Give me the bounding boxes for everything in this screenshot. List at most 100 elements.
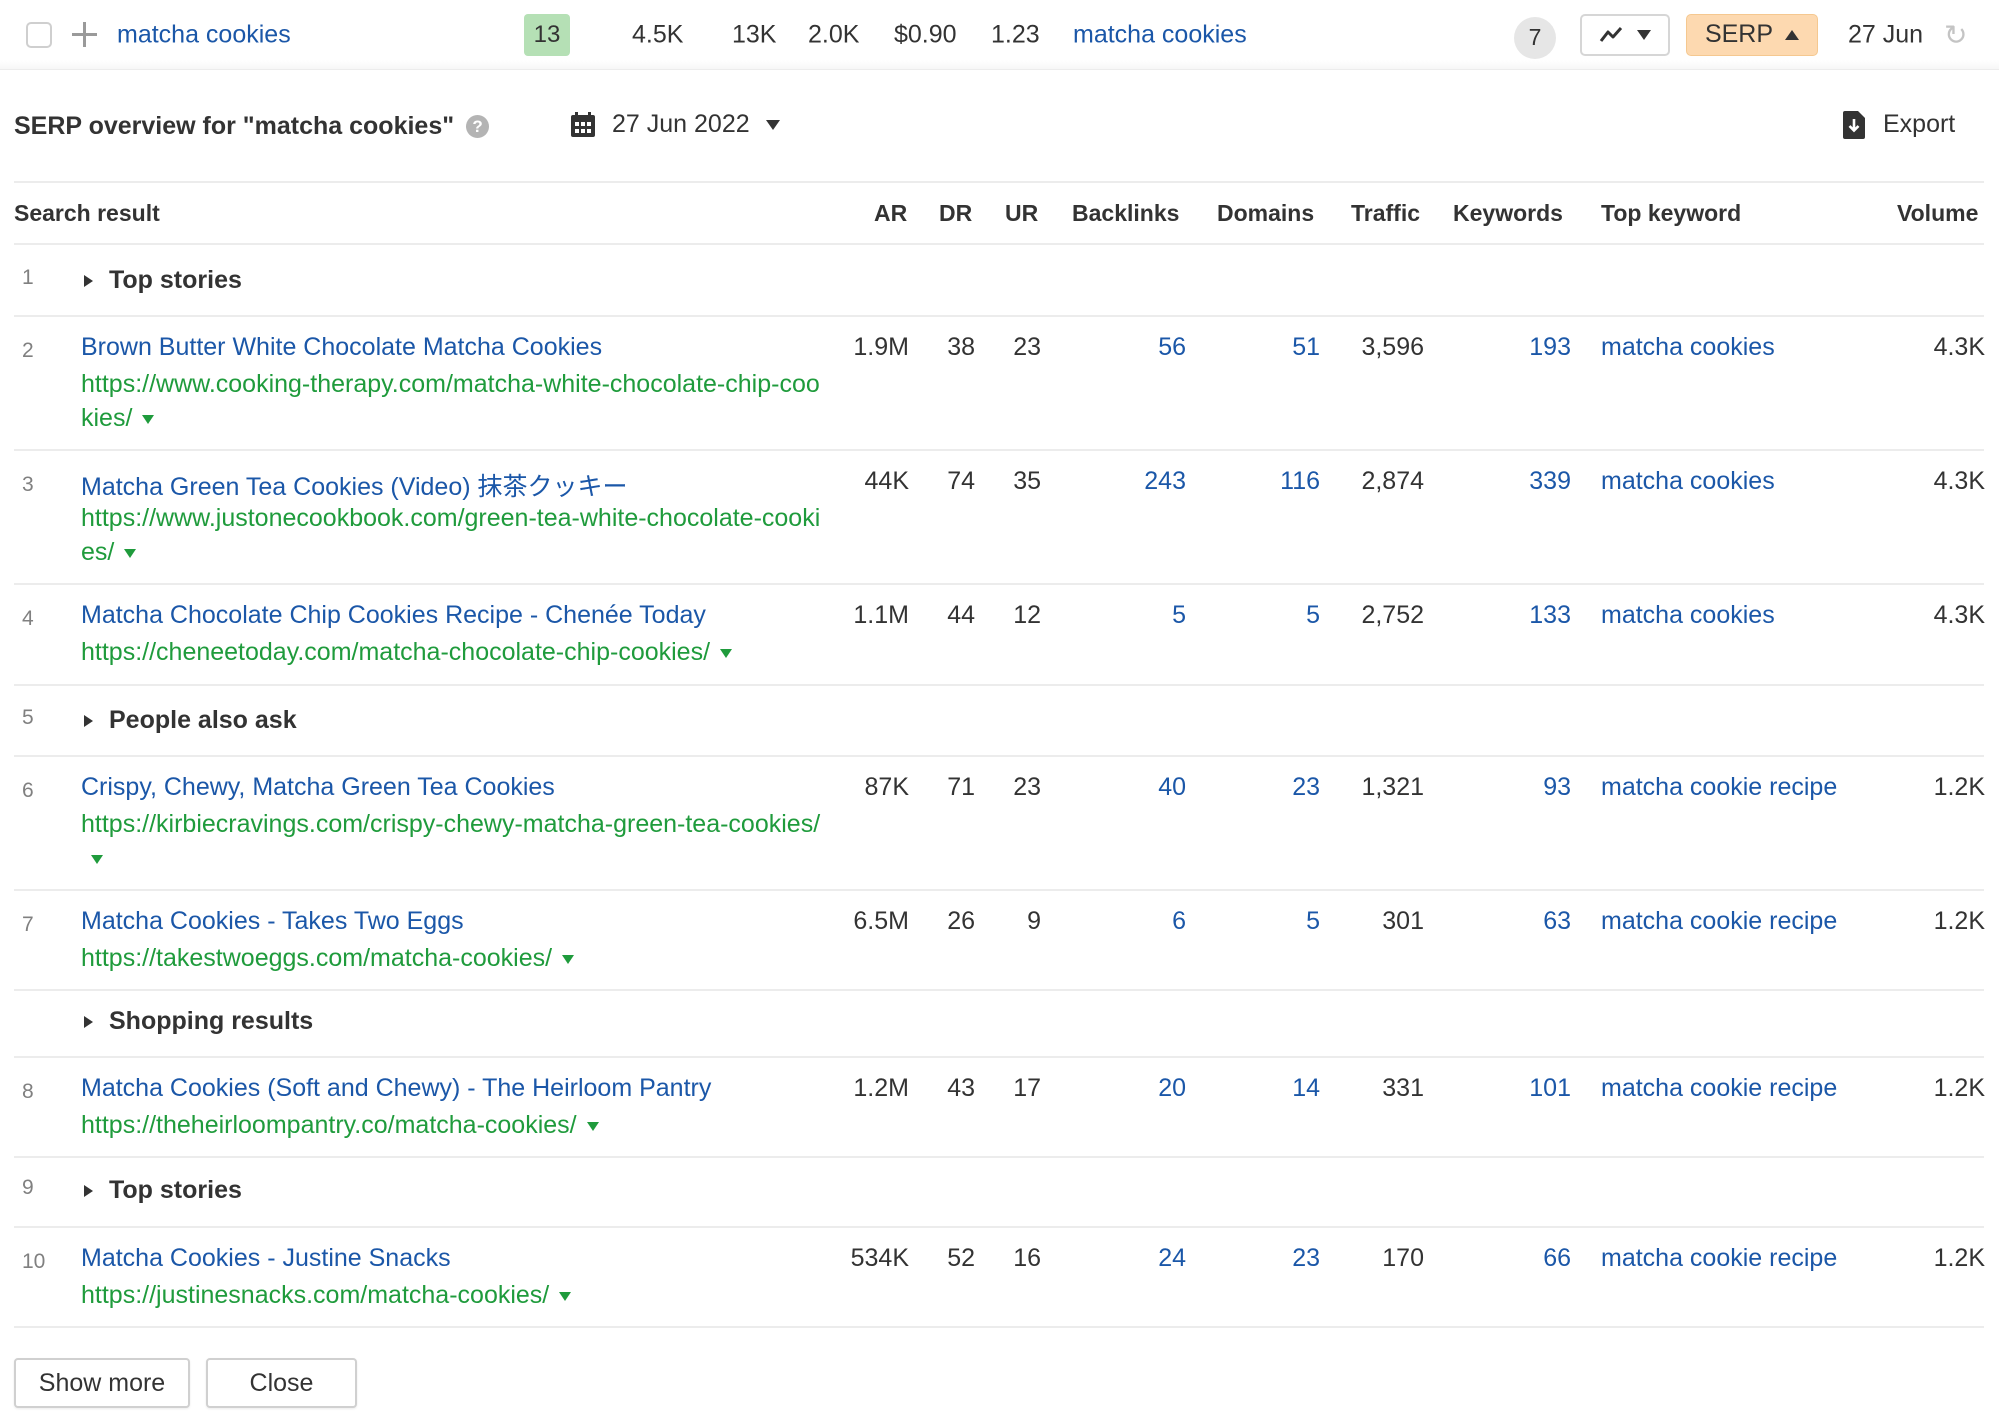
divider [14,1226,1984,1228]
result-url[interactable]: https://takestwoeggs.com/matcha-cookies/ [81,941,821,975]
url-dropdown-caret-icon[interactable] [142,414,155,424]
top-keyword-link[interactable]: matcha cookie recipe [1601,907,1837,936]
top-keyword-link[interactable]: matcha cookies [1601,601,1775,630]
domains-link[interactable]: 23 [1292,773,1320,802]
divider [14,889,1984,891]
ur-value: 12 [1013,601,1041,629]
result-url-text[interactable]: https://kirbiecravings.com/crispy-chewy-… [81,810,820,838]
col-header-volume[interactable]: Volume [1897,200,1978,227]
serp-feature-label: People also ask [109,706,297,734]
serp-feature-toggle[interactable]: People also ask [84,706,297,735]
show-more-button[interactable]: Show more [14,1358,190,1408]
url-dropdown-caret-icon[interactable] [586,1121,599,1131]
domains-link[interactable]: 5 [1306,907,1320,936]
select-checkbox[interactable] [26,21,52,48]
result-title-link[interactable]: Matcha Chocolate Chip Cookies Recipe - C… [81,601,706,630]
domains-link[interactable]: 14 [1292,1074,1320,1103]
result-url-text[interactable]: https://takestwoeggs.com/matcha-cookies/ [81,944,552,972]
top-keyword-link[interactable]: matcha cookie recipe [1601,1074,1837,1103]
col-header-dr[interactable]: DR [939,200,972,227]
col-header-ur[interactable]: UR [1005,200,1038,227]
ur-value: 23 [1013,333,1041,361]
result-url-text[interactable]: https://theheirloompantry.co/matcha-cook… [81,1111,577,1139]
top-keyword-link[interactable]: matcha cookie recipe [1601,773,1837,802]
result-title-link[interactable]: Matcha Cookies - Justine Snacks [81,1244,451,1273]
serp-feature-toggle[interactable]: Shopping results [84,1007,313,1036]
col-header-backlinks[interactable]: Backlinks [1072,200,1179,227]
serp-features-count[interactable]: 7 [1514,16,1556,59]
domains-link[interactable]: 51 [1292,333,1320,362]
result-url-text[interactable]: https://www.cooking-therapy.com/matcha-w… [81,370,820,432]
col-header-domains[interactable]: Domains [1217,200,1314,227]
col-header-search-result[interactable]: Search result [14,200,160,227]
col-header-keywords[interactable]: Keywords [1453,200,1563,227]
backlinks-link[interactable]: 5 [1172,601,1186,630]
trend-dropdown-button[interactable] [1580,13,1670,56]
url-dropdown-caret-icon[interactable] [720,648,733,658]
result-url[interactable]: https://kirbiecravings.com/crispy-chewy-… [81,807,821,875]
keywords-link[interactable]: 133 [1529,601,1571,630]
result-url-text[interactable]: https://justinesnacks.com/matcha-cookies… [81,1281,549,1309]
date-picker[interactable]: 27 Jun 2022 [570,110,780,139]
backlinks-link[interactable]: 243 [1144,467,1186,496]
add-to-list-icon[interactable] [70,20,100,50]
backlinks-link[interactable]: 56 [1158,333,1186,362]
domains-link[interactable]: 5 [1306,601,1320,630]
serp-feature-toggle[interactable]: Top stories [84,266,242,295]
domains-link[interactable]: 23 [1292,1244,1320,1273]
url-dropdown-caret-icon[interactable] [562,954,575,964]
position-number: 3 [22,473,34,496]
domains-link[interactable]: 116 [1280,467,1320,496]
result-title-link[interactable]: Crispy, Chewy, Matcha Green Tea Cookies [81,773,555,802]
traffic-value: 331 [1382,1074,1424,1102]
serp-feature-toggle[interactable]: Top stories [84,1176,242,1205]
result-url[interactable]: https://cheneetoday.com/matcha-chocolate… [81,635,821,669]
keywords-link[interactable]: 93 [1543,773,1571,802]
help-icon[interactable]: ? [466,115,490,138]
top-keyword-link[interactable]: matcha cookies [1601,467,1775,496]
serp-toggle-button[interactable]: SERP [1686,13,1818,56]
parent-topic-link[interactable]: matcha cookies [1073,20,1247,49]
keywords-link[interactable]: 339 [1529,467,1571,496]
keywords-link[interactable]: 193 [1529,333,1571,362]
backlinks-link[interactable]: 24 [1158,1244,1186,1273]
result-url-text[interactable]: https://cheneetoday.com/matcha-chocolate… [81,638,710,666]
close-button[interactable]: Close [206,1358,357,1408]
divider [14,1056,1984,1058]
chevron-down-icon [1637,29,1651,40]
backlinks-link[interactable]: 6 [1172,907,1186,936]
position-number: 5 [22,706,34,729]
keyword-link[interactable]: matcha cookies [117,20,291,49]
cpc-value: $0.90 [894,20,957,48]
top-keyword-link[interactable]: matcha cookies [1601,333,1775,362]
col-header-top-keyword[interactable]: Top keyword [1601,200,1741,227]
panel-title: SERP overview for "matcha cookies" ? [14,112,490,141]
export-button[interactable]: Export [1843,110,1955,139]
panel-title-text: SERP overview for "matcha cookies" [14,112,455,140]
result-title-link[interactable]: Brown Butter White Chocolate Matcha Cook… [81,333,602,362]
kd-badge: 13 [524,13,570,56]
result-url-text[interactable]: https://www.justonecookbook.com/green-te… [81,504,820,566]
url-dropdown-caret-icon[interactable] [91,854,103,864]
col-header-ar[interactable]: AR [874,200,907,227]
expand-triangle-icon [84,1184,93,1197]
keywords-link[interactable]: 101 [1529,1074,1571,1103]
result-title-link[interactable]: Matcha Cookies - Takes Two Eggs [81,907,464,936]
result-url[interactable]: https://www.justonecookbook.com/green-te… [81,501,821,569]
keywords-link[interactable]: 63 [1543,907,1571,936]
result-url[interactable]: https://justinesnacks.com/matcha-cookies… [81,1278,821,1312]
backlinks-link[interactable]: 20 [1158,1074,1186,1103]
url-dropdown-caret-icon[interactable] [124,548,137,558]
col-header-traffic[interactable]: Traffic [1351,200,1420,227]
result-title-link[interactable]: Matcha Green Tea Cookies (Video) 抹茶クッキー [81,467,628,503]
top-keyword-link[interactable]: matcha cookie recipe [1601,1244,1837,1273]
result-url[interactable]: https://www.cooking-therapy.com/matcha-w… [81,367,821,435]
backlinks-link[interactable]: 40 [1158,773,1186,802]
refresh-icon[interactable]: ↻ [1944,18,1967,51]
keywords-link[interactable]: 66 [1543,1244,1571,1273]
result-title-link[interactable]: Matcha Cookies (Soft and Chewy) - The He… [81,1074,711,1103]
divider [14,755,1984,757]
ar-value: 1.2M [853,1074,909,1102]
url-dropdown-caret-icon[interactable] [559,1291,572,1301]
result-url[interactable]: https://theheirloompantry.co/matcha-cook… [81,1108,821,1142]
